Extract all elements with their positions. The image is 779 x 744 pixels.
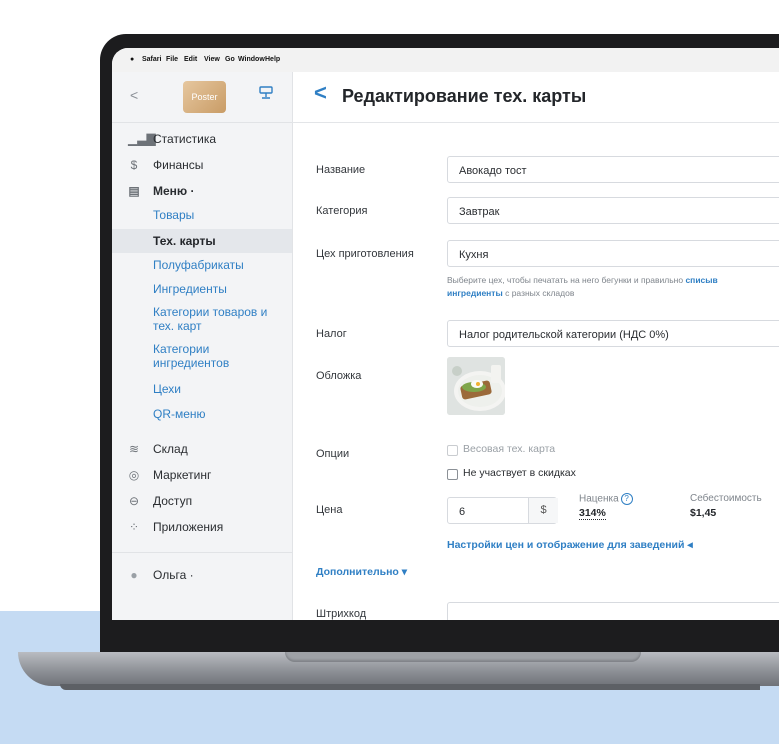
price-value: 6: [459, 506, 466, 518]
sidebar-sub-qr-menu[interactable]: QR-меню: [153, 407, 206, 421]
workshop-label: Цех приготовления: [316, 248, 414, 260]
additional-toggle[interactable]: Дополнительно ▾: [316, 566, 407, 578]
sidebar-sub-ingredient-categories[interactable]: Категории: [153, 342, 209, 356]
cover-image[interactable]: [447, 357, 505, 415]
cover-label: Обложка: [316, 370, 362, 382]
bar-chart-icon: ▁▃▇: [128, 132, 156, 146]
sidebar-sub-workshops[interactable]: Цехи: [153, 382, 181, 396]
menu-edit[interactable]: Edit: [184, 56, 197, 63]
workshop-hint-line1: Выберите цех, чтобы печатать на него бег…: [447, 275, 718, 285]
sidebar-back-icon[interactable]: <: [130, 87, 138, 103]
lock-icon: ⊖: [128, 494, 140, 508]
apple-icon[interactable]: ●: [130, 56, 134, 63]
sidebar-sub-ingredient-categories-line2[interactable]: ингредиентов: [153, 356, 229, 370]
category-select[interactable]: Завтрак: [447, 197, 779, 224]
sidebar-sub-goods[interactable]: Товары: [153, 208, 194, 222]
markup-label: Наценка?: [579, 493, 633, 505]
menu-help[interactable]: Help: [265, 56, 280, 63]
barcode-label: Штрихкод: [316, 608, 367, 620]
dish-photo-icon: [447, 357, 505, 415]
tax-label: Налог: [316, 328, 347, 340]
cost-value: $1,45: [690, 507, 717, 519]
laptop-base-shadow: [60, 684, 760, 690]
price-input[interactable]: 6 $: [447, 497, 558, 524]
menu-safari[interactable]: Safari: [142, 56, 161, 63]
sidebar-sub-product-categories-line2[interactable]: тех. карт: [153, 319, 202, 333]
name-input[interactable]: Авокадо тост: [447, 156, 779, 183]
dollar-icon: $: [130, 158, 138, 172]
category-label: Категория: [316, 205, 368, 217]
sidebar-sub-tech-cards[interactable]: Тех. карты: [153, 234, 216, 248]
weight-checkbox[interactable]: [447, 445, 458, 456]
help-icon[interactable]: ?: [620, 493, 633, 505]
price-label: Цена: [316, 504, 343, 516]
laptop-opening-notch: [285, 652, 641, 662]
grid-icon: ⁘: [128, 520, 140, 534]
price-settings-link[interactable]: Настройки цен и отображение для заведени…: [447, 539, 693, 551]
menu-window[interactable]: Window: [238, 56, 265, 63]
poster-logo: Poster: [183, 81, 226, 113]
back-chevron-icon[interactable]: <: [314, 80, 327, 106]
screen: ● Safari File Edit View Go Window Help <…: [112, 48, 779, 620]
currency-suffix: $: [528, 498, 558, 523]
target-icon: ◎: [128, 468, 140, 482]
tax-select[interactable]: Налог родительской категории (НДС 0%): [447, 320, 779, 347]
main-content: < Редактирование тех. карты Название Аво…: [292, 72, 779, 620]
barcode-input[interactable]: [447, 602, 779, 620]
avatar-icon: ●: [130, 568, 138, 582]
sidebar-divider: [112, 552, 292, 553]
layers-icon: ≋: [128, 442, 140, 456]
weight-checkbox-label: Весовая тех. карта: [463, 443, 556, 455]
options-label: Опции: [316, 448, 350, 460]
page-header: < Редактирование тех. карты: [292, 72, 779, 123]
menu-view[interactable]: View: [204, 56, 220, 63]
pos-terminal-icon[interactable]: [258, 86, 274, 100]
menu-go[interactable]: Go: [225, 56, 235, 63]
ingredients-link[interactable]: ингредиенты: [447, 288, 503, 298]
sidebar: < Poster ▁▃▇ Статистика $ Финансы ▤ Меню…: [112, 72, 293, 620]
mac-menubar: ● Safari File Edit View Go Window Help: [112, 48, 779, 72]
workshop-select[interactable]: Кухня: [447, 240, 779, 267]
writeoff-link[interactable]: списыв: [685, 275, 717, 285]
sidebar-sub-ingredients[interactable]: Ингредиенты: [153, 282, 227, 296]
name-label: Название: [316, 164, 366, 176]
sidebar-sub-semi[interactable]: Полуфабрикаты: [153, 258, 244, 272]
cost-label: Себестоимость: [690, 493, 762, 504]
sidebar-header: < Poster: [112, 72, 292, 123]
discount-checkbox-label: Не участвует в скидках: [463, 467, 576, 479]
page-title: Редактирование тех. карты: [342, 86, 587, 106]
discount-checkbox[interactable]: [447, 469, 458, 480]
document-icon: ▤: [128, 184, 140, 198]
menu-file[interactable]: File: [166, 56, 178, 63]
markup-value[interactable]: 314%: [579, 507, 606, 520]
sidebar-sub-product-categories[interactable]: Категории товаров и: [153, 305, 267, 319]
workshop-hint-line2: ингредиенты с разных складов: [447, 288, 575, 298]
